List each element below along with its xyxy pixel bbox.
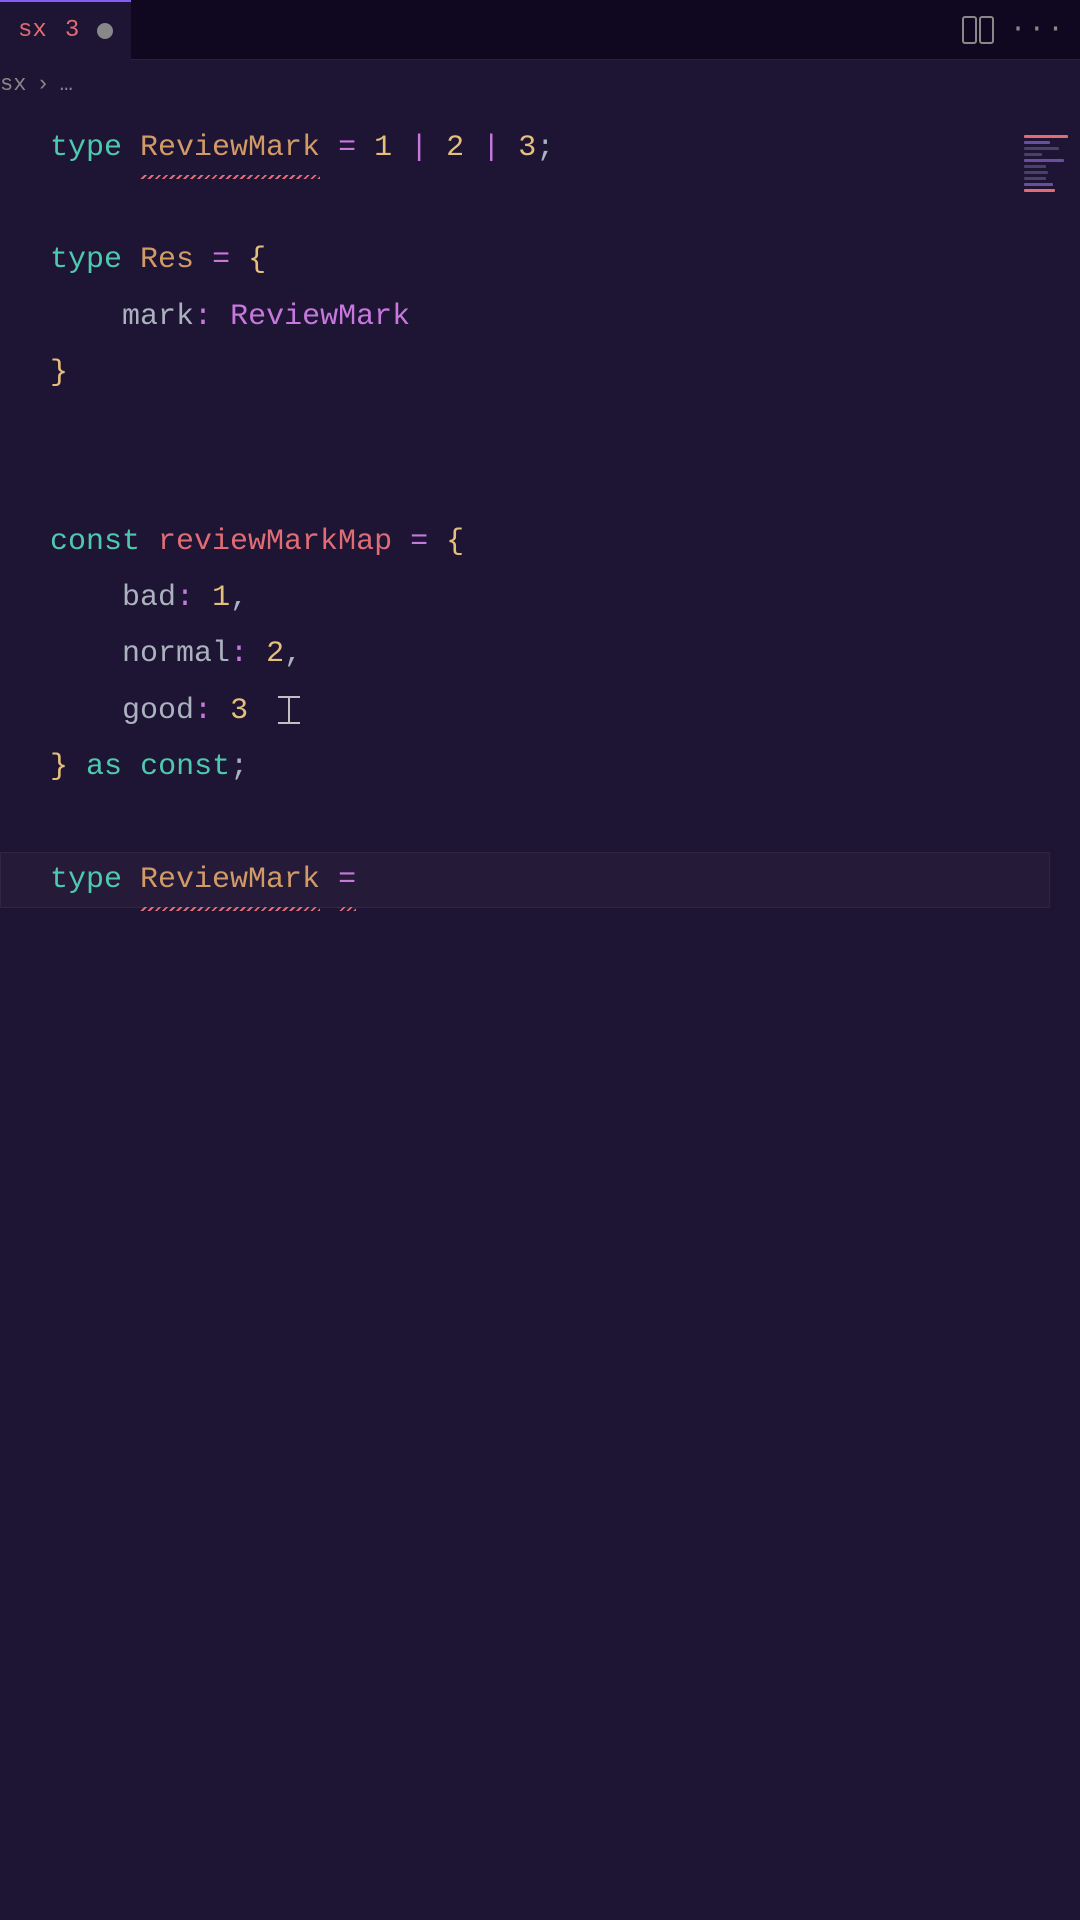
code-line: type Res = { [50, 232, 1080, 288]
op-error: = [338, 852, 356, 908]
code-line: mark: ReviewMark [50, 289, 1080, 345]
tab-filename-ext: sx [18, 17, 47, 44]
breadcrumb-more[interactable]: … [60, 72, 73, 97]
code-line: const reviewMarkMap = { [50, 514, 1080, 570]
code-line: good: 3 [50, 683, 1080, 739]
type-name-error: ReviewMark [140, 120, 320, 176]
split-editor-icon[interactable] [962, 16, 994, 44]
code-line-active: type ReviewMark = [0, 852, 1050, 908]
more-actions-icon[interactable]: ··· [1010, 14, 1066, 45]
code-line: normal: 2, [50, 626, 1080, 682]
breadcrumb: sx › … [0, 60, 1080, 108]
code-line: type ReviewMark = 1 | 2 | 3; [50, 120, 1080, 176]
code-line: } as const; [50, 739, 1080, 795]
breadcrumb-file[interactable]: sx [0, 72, 26, 97]
editor-tab[interactable]: sx 3 [0, 0, 131, 60]
code-line: bad: 1, [50, 570, 1080, 626]
type-name-error: ReviewMark [140, 852, 320, 908]
tab-problem-count: 3 [65, 17, 79, 44]
tab-bar: sx 3 ··· [0, 0, 1080, 60]
code-editor[interactable]: type ReviewMark = 1 | 2 | 3; type Res = … [0, 108, 1080, 908]
tab-actions: ··· [962, 14, 1080, 45]
chevron-right-icon: › [36, 72, 49, 97]
unsaved-dot-icon [97, 23, 113, 39]
text-cursor-icon [278, 696, 300, 724]
code-line: } [50, 345, 1080, 401]
